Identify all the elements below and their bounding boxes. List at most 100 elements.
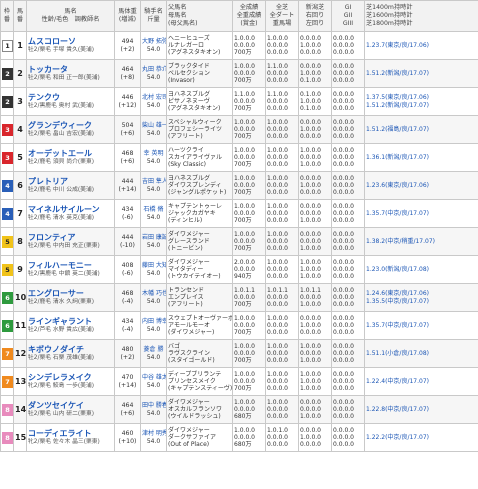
jockey-link[interactable]: 柴山 雄一: [142, 122, 166, 129]
damsire-name: (スタイゴールド): [168, 357, 215, 365]
horse-name-link[interactable]: ダンツセイケイ: [28, 401, 113, 411]
jockey-link[interactable]: 津村 明秀: [142, 430, 166, 437]
horse-name-link[interactable]: シンデレラメイク: [28, 373, 113, 383]
horse-cell: エングローサー 牡2/鹿毛 清水 久詞(栗東): [26, 283, 115, 312]
horse-cell: ダンツセイケイ 牡2/栗毛 山内 研二(栗東): [26, 395, 115, 424]
best-time-1600[interactable]: 1.23.0(新潟/良/17.08): [366, 266, 477, 273]
horse-cell: オーデットエール 牡2/鹿毛 須貝 尚介(栗東): [26, 143, 115, 172]
jockey-link[interactable]: 吉田 隼人: [142, 178, 166, 185]
best-time-1600[interactable]: 1.51.2(新潟/良/17.07): [366, 70, 477, 77]
record-heavy: 0.0.0.0: [234, 181, 255, 189]
horse-name-link[interactable]: オーデットエール: [28, 149, 113, 159]
best-time-1600[interactable]: 1.35.5(中京/良/17.07): [366, 298, 477, 305]
header-stats1: 全成績 全重成績 (賞金): [232, 0, 266, 32]
body-weight-diff: (+2): [120, 353, 135, 361]
jockey-link[interactable]: 田中 勝春: [142, 402, 166, 409]
body-weight-cell: 494 (+2): [114, 31, 141, 60]
best-time-cell: 1.22.4(中京/良/17.07): [364, 367, 478, 396]
jockey-link[interactable]: 北村 宏司: [142, 94, 166, 101]
record-heavy-track: 0.0.0.0: [267, 413, 288, 421]
horse-name-link[interactable]: ラインギャラント: [28, 317, 113, 327]
best-time-cell: 1.51.1(小倉/良/17.08): [364, 339, 478, 368]
body-weight-cell: 480 (+2): [114, 339, 141, 368]
best-time-1600[interactable]: 1.35.7(中京/良/17.07): [366, 210, 477, 217]
record-g2: 0.0.0.0: [333, 349, 354, 357]
horse-name-link[interactable]: マイネルサイルーン: [28, 205, 113, 215]
best-time-cell: 1.36.1(新潟/良/17.07): [364, 143, 478, 172]
best-time-1600[interactable]: 1.22.2(中京/良/17.07): [366, 434, 477, 441]
best-time-1400[interactable]: 1.22.4(中京/良/17.07): [366, 378, 477, 385]
jockey-link[interactable]: 岩田 康誠: [142, 234, 166, 241]
best-time-1600[interactable]: 1.35.7(中京/良/17.07): [366, 322, 477, 329]
horse-name-link[interactable]: コーディエライト: [28, 429, 113, 439]
record-all: 1.0.0.0: [234, 426, 255, 434]
jockey-link[interactable]: 菱倉 勝: [142, 346, 165, 353]
jockey-link[interactable]: 大野 拓弥: [142, 38, 166, 45]
best-time-1400[interactable]: 1.22.8(中京/良/17.07): [366, 406, 477, 413]
horse-name-link[interactable]: キボウノダイチ: [28, 345, 113, 355]
record-right-turn: 1.0.0.0: [300, 433, 321, 441]
best-time-1600[interactable]: 1.38.2(中京/稍重/17.07): [366, 238, 477, 245]
jockey-link[interactable]: 幸 英明: [142, 150, 165, 157]
waku-badge: 1: [2, 39, 13, 52]
best-time-1600[interactable]: 1.51.2(新潟/良/17.07): [366, 102, 477, 109]
jockey-link[interactable]: 中谷 雄太: [142, 374, 166, 381]
best-time-1400[interactable]: 1.24.6(東京/良/17.06): [366, 290, 477, 297]
horse-name-link[interactable]: プレトリア: [28, 177, 113, 187]
horse-name-link[interactable]: エングローサー: [28, 289, 113, 299]
jockey-link[interactable]: 石橋 脩: [142, 206, 165, 213]
table-row: 6 11 ラインギャラント 牡2/芦毛 水野 貴広(美浦) 434 (-4) 内…: [0, 311, 478, 340]
pedigree-cell: ハーツクライ スカイアライヴァル (Sky Classic): [166, 143, 233, 172]
damsire-name: (アフリート): [168, 301, 203, 309]
waku-cell: 3: [0, 143, 14, 172]
damsire-name: (ジャングルポケット): [168, 189, 227, 197]
record-g2: 0.0.0.0: [333, 69, 354, 77]
record-heavy: 0.0.0.0: [234, 293, 255, 301]
best-time-1400[interactable]: 1.37.5(東京/良/17.06): [366, 94, 477, 101]
best-time-cell: 1.38.2(中京/稍重/17.07): [364, 227, 478, 256]
best-time-1400[interactable]: 1.23.7(東京/良/17.06): [366, 42, 477, 49]
jockey-link[interactable]: 木幡 巧也: [142, 290, 166, 297]
overall-record-cell: 1.0.0.0 0.0.0.0 680万: [232, 395, 266, 424]
best-time-1600[interactable]: 1.36.1(新潟/良/17.07): [366, 154, 477, 161]
body-weight: 494: [121, 38, 134, 46]
pedigree-cell: スウェプトオーヴァーボード アモールモーオ (ダイワメジャー): [166, 311, 233, 340]
jockey-weight: 54.0: [146, 241, 161, 249]
horse-name-link[interactable]: ムスコローソ: [28, 37, 113, 47]
course-record-cell: 0.1.0.0 1.0.0.0 0.1.0.0: [298, 87, 332, 116]
horse-name-link[interactable]: フロンティア: [28, 233, 113, 243]
best-time-1600[interactable]: 1.51.1(小倉/良/17.08): [366, 350, 477, 357]
surface-record-cell: 1.0.0.0 0.0.0.0 0.0.0.0: [265, 227, 299, 256]
body-weight-diff: (+14): [118, 185, 137, 193]
body-weight: 444: [121, 234, 134, 242]
horse-cell: シンデレラメイク 牝2/栗毛 鮫島 一歩(美浦): [26, 367, 115, 396]
record-niigata-turf: 0.0.0.0: [300, 34, 321, 42]
record-right-turn: 1.0.0.0: [300, 41, 321, 49]
waku-cell: 5: [0, 255, 14, 284]
surface-record-cell: 1.0.1.1 0.0.0.0 0.0.0.0: [265, 283, 299, 312]
horse-name-link[interactable]: テンクウ: [28, 93, 113, 103]
jockey-link[interactable]: 藤田 大知: [142, 262, 166, 269]
umaban-cell: 7: [13, 199, 27, 228]
horse-name-link[interactable]: グランデウィーク: [28, 121, 113, 131]
record-g1: 0.0.0.0: [333, 342, 354, 350]
umaban-cell: 15: [13, 423, 27, 452]
record-all: 1.0.0.0: [234, 370, 255, 378]
best-time-1400[interactable]: 1.23.6(東京/良/17.06): [366, 182, 477, 189]
body-weight: 408: [121, 262, 134, 270]
horse-name-link[interactable]: トッカータ: [28, 65, 113, 75]
horse-name-link[interactable]: フィルハーモニー: [28, 261, 113, 271]
record-left-turn: 1.0.0.0: [300, 245, 321, 253]
record-all: 1.0.0.0: [234, 314, 255, 322]
record-heavy: 0.0.0.0: [234, 69, 255, 77]
jockey-link[interactable]: 内田 博幸: [142, 318, 166, 325]
record-niigata-turf: 0.0.0.0: [300, 118, 321, 126]
record-g3: 0.0.0.0: [333, 133, 354, 141]
damsire-name: (アグネスタキオン): [168, 105, 221, 113]
best-time-1800[interactable]: 1.51.2(福島/良/17.07): [366, 126, 477, 133]
body-weight: 464: [121, 402, 134, 410]
damsire-name: (キャプテンスティーヴ): [168, 385, 233, 393]
umaban-cell: 4: [13, 115, 27, 144]
jockey-link[interactable]: 丸田 恭介: [142, 66, 166, 73]
body-weight-diff: (+6): [120, 157, 135, 165]
